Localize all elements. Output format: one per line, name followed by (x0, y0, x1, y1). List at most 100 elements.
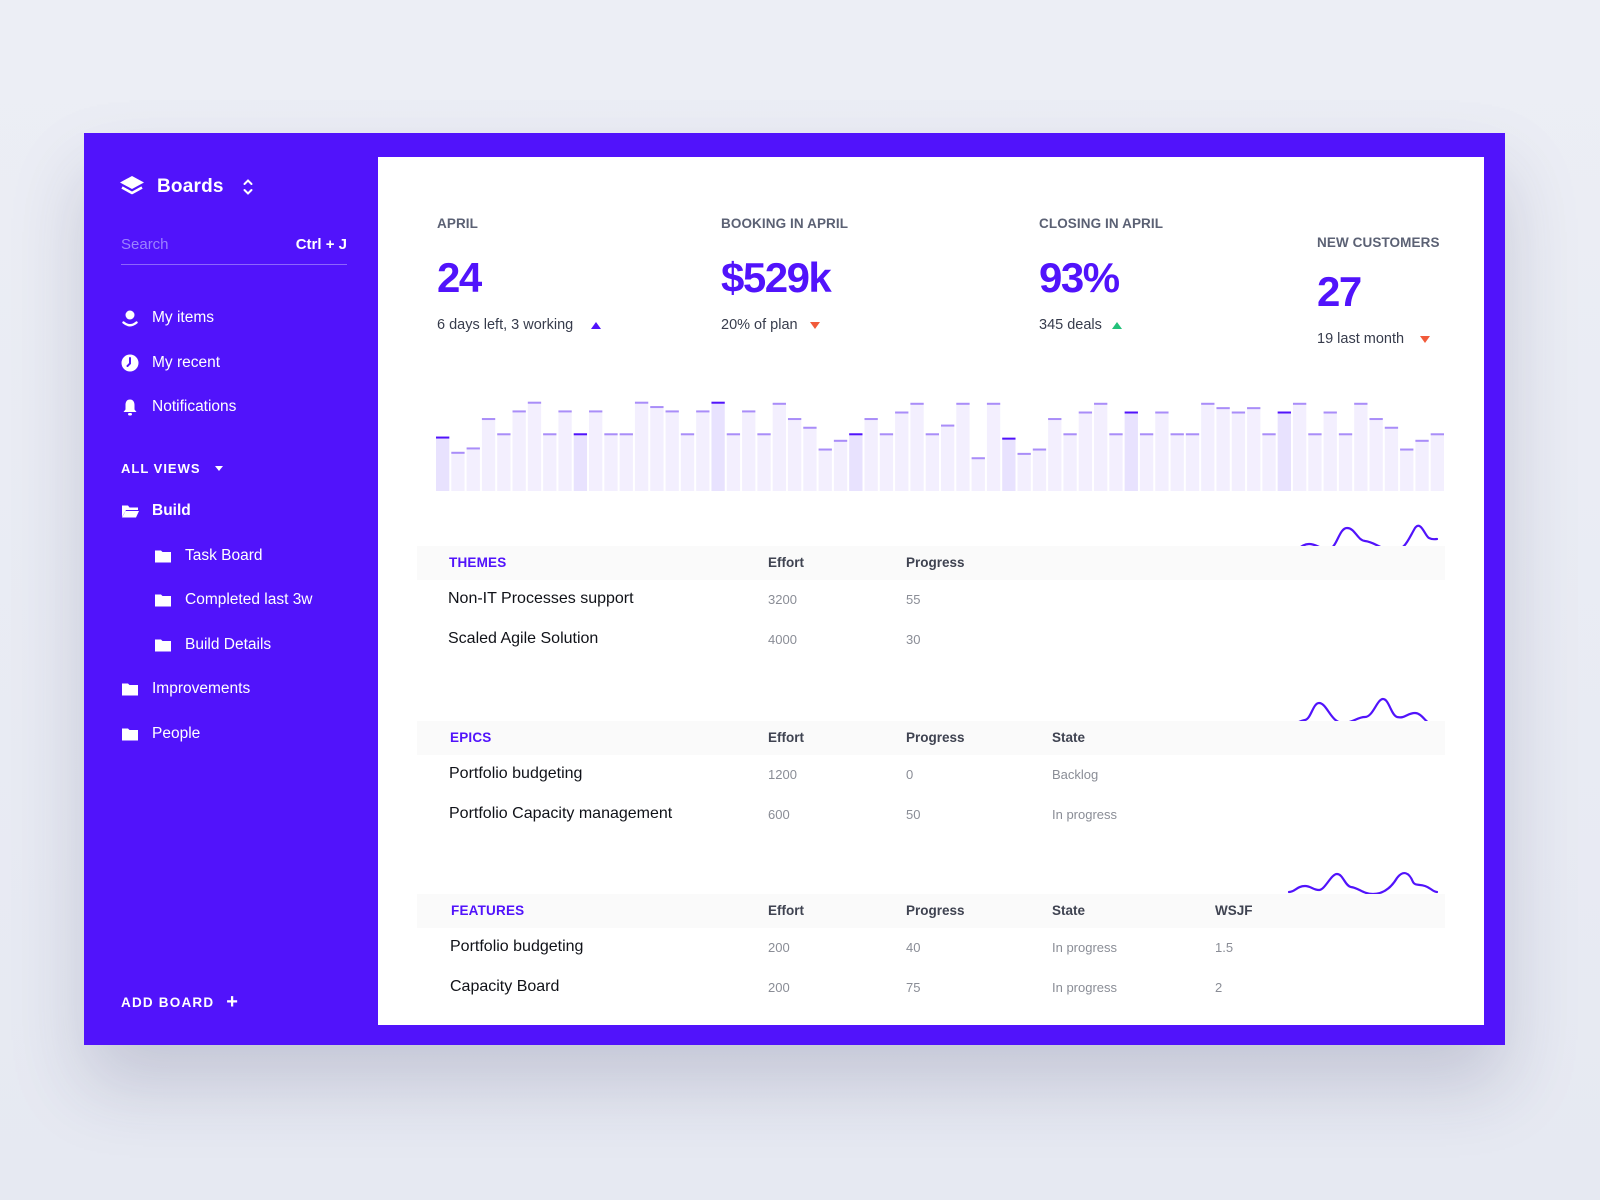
bar-cap (527, 401, 542, 404)
bar-body (589, 410, 603, 491)
bar (543, 433, 557, 491)
bar (787, 418, 802, 491)
bar (451, 451, 465, 491)
table-row[interactable]: Non-IT Processes support 3200 55 (417, 580, 1445, 620)
bar (665, 410, 679, 491)
column-header[interactable]: WSJF (1215, 903, 1253, 918)
bar-body (1124, 411, 1138, 491)
bar-body (941, 424, 955, 491)
bar-body (497, 433, 511, 491)
state-value: In progress (1052, 940, 1118, 955)
dashboard-panel: APRIL 24 6 days left, 3 working BOOKING … (378, 157, 1484, 1025)
bar-cap (711, 401, 725, 404)
sidebar-item-my-recent[interactable]: My recent (121, 354, 220, 372)
bar (925, 433, 939, 491)
bar-cap (1231, 411, 1246, 414)
bar-cap (665, 410, 679, 413)
bar (1354, 402, 1368, 491)
table-header: EPICS Effort Progress State (417, 721, 1445, 755)
sidebar-item-people[interactable]: People (121, 725, 200, 743)
column-header[interactable]: Progress (906, 555, 965, 570)
column-header[interactable]: Effort (768, 903, 804, 918)
table-row[interactable]: Capacity Board 200 75 In progress 2 (417, 968, 1445, 1008)
bar-body (634, 401, 649, 491)
bar (436, 436, 450, 491)
bar-body (772, 402, 786, 491)
column-header[interactable]: Progress (906, 903, 965, 918)
bar-body (864, 418, 878, 491)
bar-body (481, 418, 496, 491)
bar-body (1017, 452, 1031, 491)
table-row[interactable]: Portfolio Capacity management 600 50 In … (417, 795, 1445, 835)
sidebar-item-my-items[interactable]: My items (121, 309, 214, 327)
kpi-sub: 6 days left, 3 working (437, 317, 602, 333)
column-header[interactable]: Effort (768, 555, 804, 570)
bar-body (1155, 411, 1169, 491)
row-name: Capacity Board (450, 978, 560, 995)
bar-body (1231, 411, 1246, 491)
bar (879, 433, 894, 491)
bar (619, 433, 633, 491)
column-header[interactable]: State (1052, 903, 1085, 918)
bar-cap (1201, 402, 1215, 405)
app-window: Boards Ctrl + J My items My recent (84, 133, 1505, 1045)
bar-body (680, 433, 695, 491)
bar-body (1139, 433, 1154, 491)
bar (1032, 448, 1047, 491)
bar-body (1247, 407, 1261, 491)
bar-cap (1430, 433, 1444, 436)
chevron-up-down-icon[interactable] (242, 178, 254, 196)
bar-body (619, 433, 633, 491)
row-name: Scaled Agile Solution (448, 630, 599, 647)
bar (1323, 411, 1337, 491)
board-switcher[interactable]: Boards (119, 175, 254, 199)
column-header[interactable]: State (1052, 730, 1085, 745)
all-views-toggle[interactable]: ALL VIEWS (121, 461, 223, 476)
bar-cap (1308, 433, 1322, 436)
bar-body (757, 433, 771, 491)
sidebar-item-build-details[interactable]: Build Details (154, 636, 271, 654)
row-name: Non-IT Processes support (448, 590, 634, 607)
sidebar-item-task-board[interactable]: Task Board (154, 547, 263, 565)
progress-value: 50 (906, 807, 921, 822)
bar-body (466, 447, 480, 491)
effort-value: 600 (768, 807, 790, 822)
table-row[interactable]: Scaled Agile Solution 4000 30 (417, 620, 1445, 660)
bar-body (895, 411, 909, 491)
bar (1170, 433, 1184, 491)
bar-cap (1155, 411, 1169, 414)
sidebar-item-notifications[interactable]: Notifications (121, 398, 236, 416)
bar (956, 402, 970, 491)
sidebar-item-build[interactable]: Build (121, 502, 191, 520)
search-input[interactable] (121, 233, 271, 253)
trend-down-icon (1420, 335, 1431, 343)
bar (1078, 411, 1093, 491)
bar-cap (818, 448, 832, 451)
bar-cap (1185, 433, 1200, 436)
bar-body (787, 418, 802, 491)
kpi-sub-text: 345 deals (1039, 317, 1102, 333)
kpi-sub: 345 deals (1039, 317, 1163, 333)
bar-body (726, 433, 741, 491)
bar (1277, 411, 1291, 491)
row-name: Portfolio budgeting (449, 765, 583, 782)
sidebar-item-improvements[interactable]: Improvements (121, 680, 250, 698)
table-header: THEMES Effort Progress (417, 546, 1445, 580)
column-header[interactable]: Progress (906, 730, 965, 745)
column-header[interactable]: Effort (768, 730, 804, 745)
add-board-label: ADD BOARD (121, 994, 215, 1010)
bar-body (1262, 433, 1276, 491)
add-board-button[interactable]: ADD BOARD + (121, 992, 239, 1012)
daily-bar-chart (436, 393, 1446, 491)
bar (711, 401, 725, 491)
sidebar-item-completed-last-3w[interactable]: Completed last 3w (154, 591, 313, 609)
sparkline-path (1287, 872, 1439, 896)
bar (1338, 433, 1353, 491)
bar-cap (910, 402, 924, 405)
table-row[interactable]: Portfolio budgeting 200 40 In progress 1… (417, 928, 1445, 968)
table-row[interactable]: Portfolio budgeting 1200 0 Backlog (417, 755, 1445, 795)
bar-body (1032, 448, 1047, 491)
bar (1292, 402, 1307, 491)
bar-cap (757, 433, 771, 436)
bar-cap (925, 433, 939, 436)
